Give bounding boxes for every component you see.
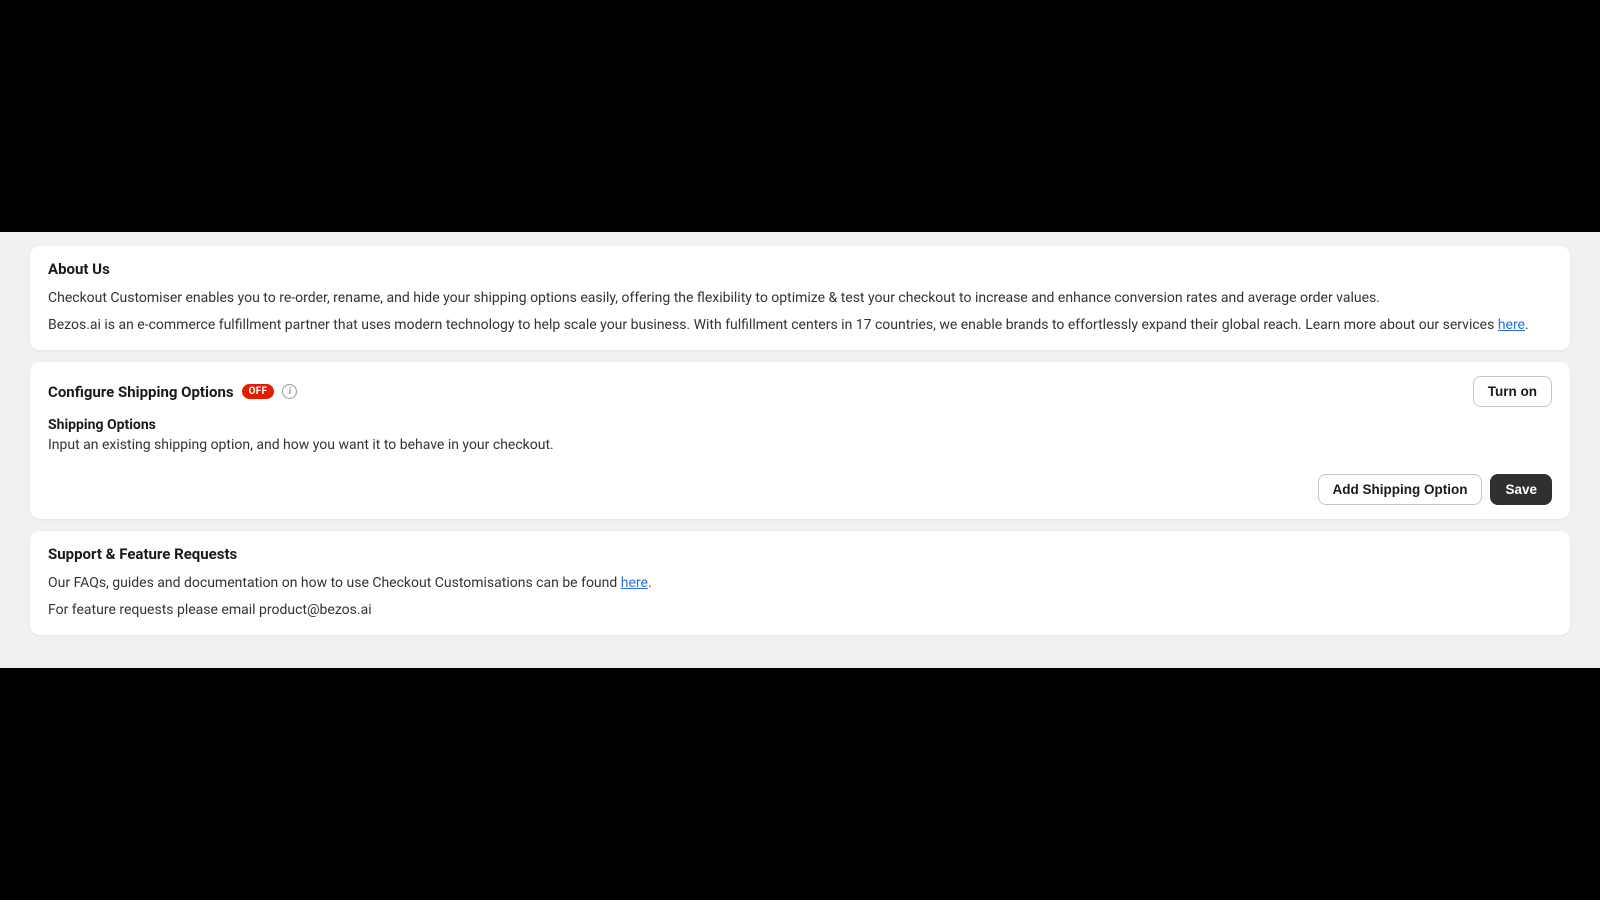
about-us-paragraph-1: Checkout Customiser enables you to re-or… xyxy=(48,288,1552,309)
support-card: Support & Feature Requests Our FAQs, gui… xyxy=(30,531,1570,635)
support-p1-suffix: . xyxy=(648,575,652,591)
shipping-options-subheading: Shipping Options xyxy=(48,417,1552,433)
config-actions: Add Shipping Option Save xyxy=(48,474,1552,505)
config-header: Configure Shipping Options OFF i Turn on xyxy=(48,376,1552,407)
support-title: Support & Feature Requests xyxy=(48,545,1552,563)
app-viewport: About Us Checkout Customiser enables you… xyxy=(0,232,1600,668)
configure-shipping-card: Configure Shipping Options OFF i Turn on… xyxy=(30,362,1570,519)
support-paragraph-2: For feature requests please email produc… xyxy=(48,600,1552,621)
about-us-paragraph-2: Bezos.ai is an e-commerce fulfillment pa… xyxy=(48,315,1552,336)
about-us-card: About Us Checkout Customiser enables you… xyxy=(30,246,1570,350)
support-p1-prefix: Our FAQs, guides and documentation on ho… xyxy=(48,575,621,591)
info-icon[interactable]: i xyxy=(282,384,297,399)
about-us-p2-suffix: . xyxy=(1525,317,1529,333)
save-button[interactable]: Save xyxy=(1490,474,1552,505)
about-us-p2-prefix: Bezos.ai is an e-commerce fulfillment pa… xyxy=(48,317,1498,333)
about-us-learn-more-link[interactable]: here xyxy=(1498,317,1525,333)
status-badge-off: OFF xyxy=(242,384,275,399)
add-shipping-option-button[interactable]: Add Shipping Option xyxy=(1318,474,1483,505)
shipping-options-description: Input an existing shipping option, and h… xyxy=(48,435,1552,456)
support-paragraph-1: Our FAQs, guides and documentation on ho… xyxy=(48,573,1552,594)
support-docs-link[interactable]: here xyxy=(621,575,648,591)
config-header-left: Configure Shipping Options OFF i xyxy=(48,383,297,401)
turn-on-button[interactable]: Turn on xyxy=(1473,376,1552,407)
about-us-title: About Us xyxy=(48,260,1552,278)
config-title: Configure Shipping Options xyxy=(48,383,234,401)
